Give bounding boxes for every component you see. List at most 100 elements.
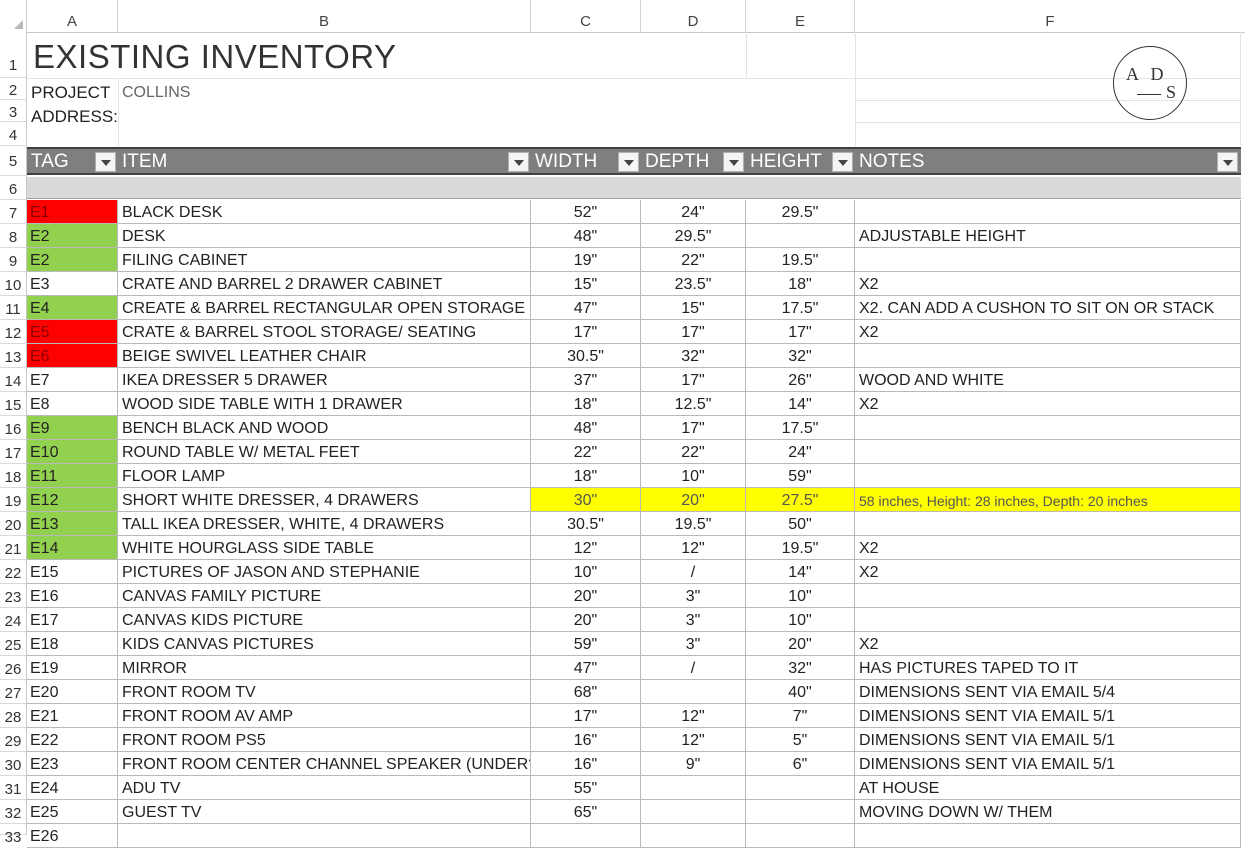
item-cell[interactable]: SHORT WHITE DRESSER, 4 DRAWERS <box>118 488 531 512</box>
row-header[interactable]: 24 <box>0 608 27 632</box>
notes-cell[interactable]: X2. CAN ADD A CUSHON TO SIT ON OR STACK <box>855 296 1241 320</box>
height-cell[interactable]: 5" <box>746 728 855 752</box>
notes-cell[interactable]: MOVING DOWN W/ THEM <box>855 800 1241 824</box>
project-value[interactable]: COLLINS <box>122 84 190 102</box>
width-cell[interactable]: 18" <box>531 464 641 488</box>
height-cell[interactable] <box>746 800 855 824</box>
depth-cell[interactable]: / <box>641 560 746 584</box>
depth-cell[interactable]: 29.5" <box>641 224 746 248</box>
notes-cell[interactable]: ADJUSTABLE HEIGHT <box>855 224 1241 248</box>
address-label[interactable]: ADDRESS: <box>31 107 118 127</box>
item-cell[interactable]: KIDS CANVAS PICTURES <box>118 632 531 656</box>
height-cell[interactable]: 10" <box>746 608 855 632</box>
header-depth[interactable]: DEPTH <box>645 148 709 174</box>
height-cell[interactable]: 19.5" <box>746 248 855 272</box>
height-cell[interactable]: 6" <box>746 752 855 776</box>
width-cell[interactable]: 20" <box>531 608 641 632</box>
column-header-a[interactable]: A <box>27 0 118 32</box>
width-cell[interactable]: 30.5" <box>531 512 641 536</box>
depth-cell[interactable] <box>641 680 746 704</box>
item-cell[interactable]: WOOD SIDE TABLE WITH 1 DRAWER <box>118 392 531 416</box>
height-cell[interactable] <box>746 224 855 248</box>
height-cell[interactable]: 59" <box>746 464 855 488</box>
depth-cell[interactable]: 20" <box>641 488 746 512</box>
row-6-band[interactable] <box>27 177 1241 199</box>
tag-cell[interactable]: E25 <box>27 800 118 824</box>
width-cell[interactable]: 52" <box>531 200 641 224</box>
notes-cell[interactable]: X2 <box>855 392 1241 416</box>
height-cell[interactable]: 27.5" <box>746 488 855 512</box>
depth-cell[interactable] <box>641 824 746 848</box>
item-cell[interactable]: BENCH BLACK AND WOOD <box>118 416 531 440</box>
notes-cell[interactable] <box>855 248 1241 272</box>
filter-dropdown-tag[interactable] <box>95 152 116 172</box>
item-cell[interactable]: MIRROR <box>118 656 531 680</box>
height-cell[interactable]: 10" <box>746 584 855 608</box>
item-cell[interactable]: CANVAS KIDS PICTURE <box>118 608 531 632</box>
height-cell[interactable]: 20" <box>746 632 855 656</box>
notes-cell[interactable]: X2 <box>855 320 1241 344</box>
item-cell[interactable]: BEIGE SWIVEL LEATHER CHAIR <box>118 344 531 368</box>
height-cell[interactable]: 14" <box>746 392 855 416</box>
notes-cell[interactable]: X2 <box>855 536 1241 560</box>
row-header[interactable]: 22 <box>0 560 27 584</box>
row-header[interactable]: 28 <box>0 704 27 728</box>
depth-cell[interactable]: 24" <box>641 200 746 224</box>
header-width[interactable]: WIDTH <box>535 148 597 174</box>
tag-cell[interactable]: E9 <box>27 416 118 440</box>
row-header[interactable]: 30 <box>0 752 27 776</box>
item-cell[interactable]: DESK <box>118 224 531 248</box>
row-header[interactable]: 29 <box>0 728 27 752</box>
depth-cell[interactable]: 17" <box>641 368 746 392</box>
row-header[interactable]: 4 <box>0 122 27 146</box>
tag-cell[interactable]: E23 <box>27 752 118 776</box>
width-cell[interactable]: 68" <box>531 680 641 704</box>
project-label[interactable]: PROJECT <box>31 83 110 103</box>
depth-cell[interactable]: 22" <box>641 248 746 272</box>
tag-cell[interactable]: E14 <box>27 536 118 560</box>
height-cell[interactable]: 18" <box>746 272 855 296</box>
row-header[interactable]: 21 <box>0 536 27 560</box>
height-cell[interactable] <box>746 776 855 800</box>
height-cell[interactable] <box>746 824 855 848</box>
depth-cell[interactable] <box>641 800 746 824</box>
width-cell[interactable]: 59" <box>531 632 641 656</box>
notes-cell[interactable]: WOOD AND WHITE <box>855 368 1241 392</box>
tag-cell[interactable]: E1 <box>27 200 118 224</box>
notes-cell[interactable] <box>855 200 1241 224</box>
row-header[interactable]: 23 <box>0 584 27 608</box>
width-cell[interactable]: 18" <box>531 392 641 416</box>
notes-cell[interactable] <box>855 416 1241 440</box>
depth-cell[interactable]: 17" <box>641 320 746 344</box>
row-header[interactable]: 12 <box>0 320 27 344</box>
row-header[interactable]: 11 <box>0 296 27 320</box>
depth-cell[interactable]: 32" <box>641 344 746 368</box>
row-header[interactable]: 10 <box>0 272 27 296</box>
width-cell[interactable]: 15" <box>531 272 641 296</box>
column-header-c[interactable]: C <box>531 0 641 32</box>
depth-cell[interactable]: 17" <box>641 416 746 440</box>
width-cell[interactable]: 30.5" <box>531 344 641 368</box>
item-cell[interactable]: FRONT ROOM AV AMP <box>118 704 531 728</box>
row-header[interactable]: 1 <box>0 32 27 78</box>
filter-dropdown-width[interactable] <box>618 152 639 172</box>
tag-cell[interactable]: E13 <box>27 512 118 536</box>
width-cell[interactable]: 48" <box>531 416 641 440</box>
tag-cell[interactable]: E7 <box>27 368 118 392</box>
row-header[interactable]: 7 <box>0 200 27 224</box>
row-header[interactable]: 32 <box>0 800 27 824</box>
item-cell[interactable]: GUEST TV <box>118 800 531 824</box>
header-height[interactable]: HEIGHT <box>750 148 822 174</box>
depth-cell[interactable]: 23.5" <box>641 272 746 296</box>
item-cell[interactable]: TALL IKEA DRESSER, WHITE, 4 DRAWERS <box>118 512 531 536</box>
row-header[interactable]: 19 <box>0 488 27 512</box>
height-cell[interactable]: 19.5" <box>746 536 855 560</box>
width-cell[interactable]: 47" <box>531 656 641 680</box>
height-cell[interactable]: 29.5" <box>746 200 855 224</box>
row-header[interactable]: 2 <box>0 78 27 100</box>
header-tag[interactable]: TAG <box>31 148 69 174</box>
header-notes[interactable]: NOTES <box>859 148 924 174</box>
row-header[interactable]: 17 <box>0 440 27 464</box>
tag-cell[interactable]: E26 <box>27 824 118 848</box>
header-item[interactable]: ITEM <box>122 148 167 174</box>
